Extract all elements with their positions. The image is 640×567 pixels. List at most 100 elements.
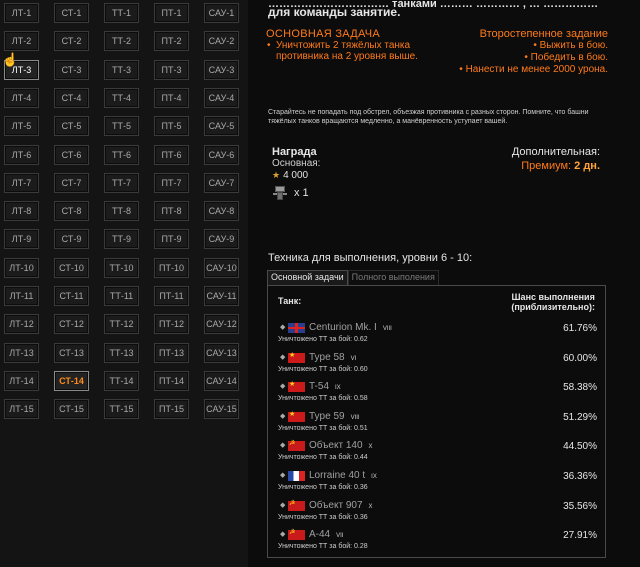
tier-cell[interactable]: СТ-14 xyxy=(54,370,89,391)
tier-cell[interactable]: СТ-10 xyxy=(54,257,89,278)
tier-cell[interactable]: СТ-8 xyxy=(54,201,89,222)
tier-cell[interactable]: САУ-5 xyxy=(204,116,239,137)
tier-cell[interactable]: САУ-9 xyxy=(204,229,239,250)
tank-name: Объект 140 X xyxy=(309,440,373,452)
tier-cell[interactable]: СТ-11 xyxy=(54,286,89,306)
tier-cell[interactable]: САУ-15 xyxy=(204,399,239,420)
tier-cell[interactable]: СТ-13 xyxy=(54,342,89,363)
tier-cell[interactable]: ЛТ-13 xyxy=(4,342,39,363)
nation-flag-icon xyxy=(288,323,305,333)
tier-cell[interactable]: ПТ-12 xyxy=(154,314,189,335)
bullet-icon: ◆ xyxy=(280,472,286,479)
tab-full-completion[interactable]: Полного выполения xyxy=(347,270,439,285)
secondary-task-item: • Нанести не менее 2000 урона. xyxy=(459,64,608,75)
tier-cell[interactable]: САУ-11 xyxy=(204,286,239,306)
bullet-icon: ◆ xyxy=(280,442,286,450)
bullet-icon: ◆ xyxy=(280,412,286,420)
tier-cell[interactable]: САУ-7 xyxy=(204,172,239,193)
tier-cell[interactable]: СТ-15 xyxy=(54,399,89,420)
tier-cell[interactable]: ЛТ-11 xyxy=(4,286,39,306)
reward-credits: ★ 4 000 xyxy=(272,170,309,181)
tank-chance: 61.76% xyxy=(563,323,597,334)
bullet-icon: ◆ xyxy=(280,383,286,391)
tier-cell[interactable]: СТ-1 xyxy=(54,3,89,23)
tech-row: ◆ Type 58VI Уничтожено ТТ за бой: 0.60 60.0… xyxy=(268,349,605,379)
tank-kills: Уничтожено ТТ за бой: 0.44 xyxy=(278,454,368,462)
tier-cell[interactable]: ЛТ-6 xyxy=(4,144,39,165)
tier-cell[interactable]: ПТ-7 xyxy=(154,172,189,193)
tier-cell[interactable]: ТТ-10 xyxy=(104,257,139,278)
tier-cell[interactable]: ТТ-2 xyxy=(104,31,139,52)
main-task: ОСНОВНАЯ ЗАДАЧА • Уничтожить 2 тяжёлых т… xyxy=(266,28,426,62)
tier-cell[interactable]: СТ-6 xyxy=(54,144,89,165)
tank-chance: 58.38% xyxy=(563,382,597,394)
tier-cell[interactable]: САУ-13 xyxy=(204,342,239,363)
tank-name: Lorraine 40 t IX xyxy=(309,470,377,481)
tier-cell[interactable]: ТТ-13 xyxy=(104,342,139,363)
tier-cell[interactable]: ТТ-12 xyxy=(104,314,139,335)
tier-cell[interactable]: ТТ-11 xyxy=(104,286,139,306)
tier-cell[interactable]: ЛТ-9 xyxy=(4,229,39,250)
tier-cell[interactable]: САУ-14 xyxy=(204,370,239,391)
tier-cell[interactable]: СТ-12 xyxy=(54,314,89,335)
tier-cell[interactable]: ПТ-4 xyxy=(154,87,189,108)
tier-cell[interactable]: САУ-8 xyxy=(204,201,239,222)
tier-cell[interactable]: ЛТ-14 xyxy=(4,370,39,391)
tier-cell[interactable]: ЛТ-5 xyxy=(4,116,39,137)
tier-cell[interactable]: ПТ-1 xyxy=(154,3,189,23)
tank-name: Centurion Mk. I VIII xyxy=(309,322,392,333)
tier-cell[interactable]: ЛТ-1 xyxy=(4,3,39,23)
secondary-task-item: • Победить в бою. xyxy=(524,52,608,63)
tier-cell[interactable]: ЛТ-7 xyxy=(4,172,39,193)
tier-cell[interactable]: ТТ-9 xyxy=(104,229,139,250)
tier-cell[interactable]: ПТ-6 xyxy=(154,144,189,165)
tank-kills: Уничтожено ТТ за бой: 0.36 xyxy=(278,513,368,521)
tier-cell[interactable]: ТТ-1 xyxy=(104,3,139,23)
tier-cell[interactable]: СТ-5 xyxy=(54,116,89,137)
tier-cell[interactable]: ЛТ-8 xyxy=(4,201,39,222)
tier-cell[interactable]: ЛТ-2 xyxy=(4,31,39,52)
tier-cell[interactable]: САУ-10 xyxy=(204,257,239,278)
tier-cell[interactable]: ТТ-3 xyxy=(104,59,139,80)
tier-cell[interactable]: САУ-1 xyxy=(204,3,239,23)
tier-cell[interactable]: ПТ-14 xyxy=(154,370,189,391)
tier-cell[interactable]: ПТ-2 xyxy=(154,31,189,52)
tier-cell[interactable]: ТТ-6 xyxy=(104,144,139,165)
tier-cell[interactable]: ЛТ-12 xyxy=(4,314,39,335)
tier-cell[interactable]: ТТ-14 xyxy=(104,370,139,391)
tier-cell[interactable]: ПТ-13 xyxy=(154,342,189,363)
tier-cell[interactable]: ПТ-5 xyxy=(154,116,189,137)
tier-cell[interactable]: САУ-4 xyxy=(204,87,239,108)
tier-cell[interactable]: СТ-4 xyxy=(54,87,89,108)
tank-kills: Уничтожено ТТ за бой: 0.36 xyxy=(278,484,368,491)
tier-cell[interactable]: ПТ-8 xyxy=(154,201,189,222)
tank-chance: 51.29% xyxy=(563,411,597,423)
tier-cell[interactable]: ТТ-5 xyxy=(104,116,139,137)
tier-cell[interactable]: САУ-2 xyxy=(204,31,239,52)
tier-cell[interactable]: ЛТ-4 xyxy=(4,87,39,108)
tier-cell[interactable]: СТ-7 xyxy=(54,172,89,193)
tier-cell[interactable]: ПТ-11 xyxy=(154,286,189,306)
tank-tier: IX xyxy=(371,474,377,480)
tier-cell[interactable]: САУ-6 xyxy=(204,144,239,165)
bullet-icon: ◆ xyxy=(280,353,286,361)
tank-kills: Уничтожено ТТ за бой: 0.28 xyxy=(278,543,368,551)
tier-cell[interactable]: САУ-12 xyxy=(204,314,239,335)
tier-cell[interactable]: ПТ-3 xyxy=(154,59,189,80)
tier-cell[interactable]: ТТ-4 xyxy=(104,87,139,108)
tier-cell[interactable]: ТТ-7 xyxy=(104,172,139,193)
tier-cell[interactable]: СТ-9 xyxy=(54,229,89,250)
tier-cell[interactable]: САУ-3 xyxy=(204,59,239,80)
nation-flag-icon xyxy=(288,380,305,393)
tier-cell[interactable]: ТТ-8 xyxy=(104,201,139,222)
tier-cell[interactable]: ЛТ-15 xyxy=(4,399,39,420)
tier-cell[interactable]: ТТ-15 xyxy=(104,399,139,420)
tier-cell[interactable]: ПТ-15 xyxy=(154,399,189,420)
tier-cell[interactable]: СТ-3 xyxy=(54,59,89,80)
tier-cell[interactable]: ЛТ-10 xyxy=(4,257,39,278)
tab-main-task[interactable]: Основной задачи xyxy=(267,270,348,285)
tier-cell[interactable]: ПТ-9 xyxy=(154,229,189,250)
tier-cell[interactable]: ПТ-10 xyxy=(154,257,189,278)
tier-cell[interactable]: СТ-2 xyxy=(54,31,89,52)
tech-row: ◆ Объект 140X Уничтожено ТТ за бой: 0.44 44… xyxy=(268,437,605,467)
